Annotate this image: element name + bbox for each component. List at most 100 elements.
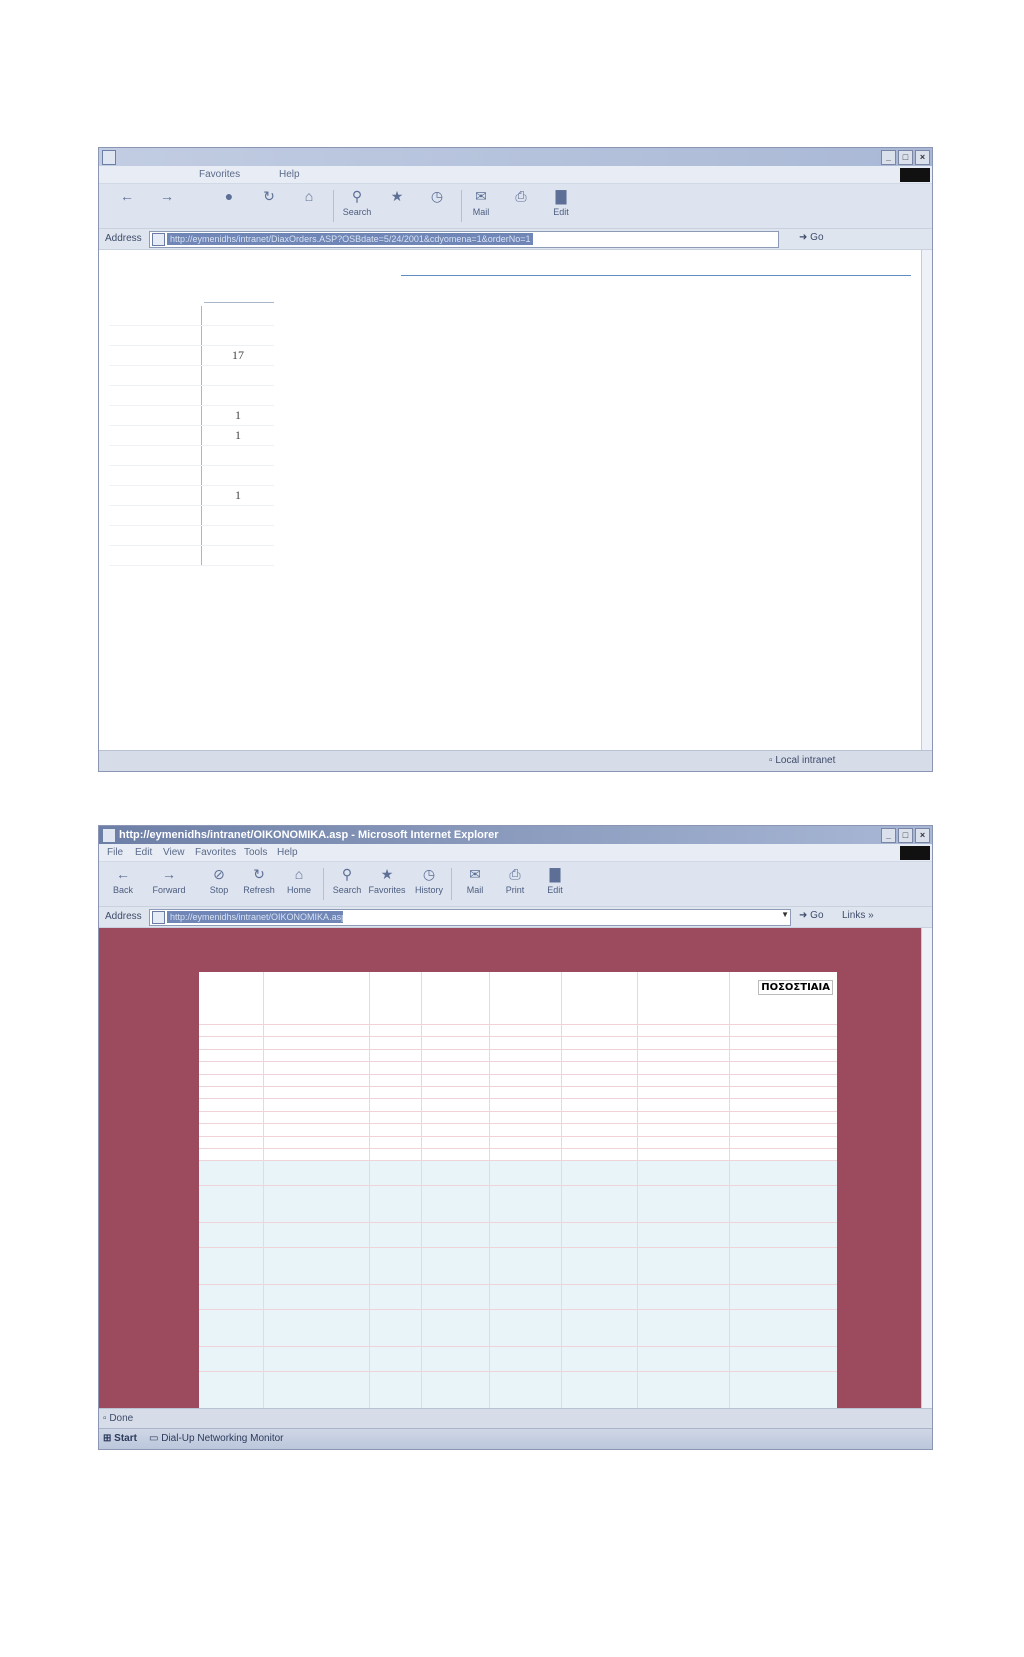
address-input[interactable]: http://eymenidhs/intranet/DiaxOrders.ASP… — [149, 231, 779, 248]
page-icon — [152, 233, 165, 246]
search-button[interactable]: ⚲ Search — [327, 865, 367, 895]
refresh-icon: ↻ — [253, 866, 265, 882]
menu-help[interactable]: Help — [277, 844, 298, 861]
go-label: Go — [810, 910, 824, 921]
close-icon[interactable]: × — [915, 150, 930, 165]
grid-column-line — [729, 972, 730, 1409]
table-row: 17 — [109, 345, 274, 366]
stop-button[interactable]: ● — [209, 187, 249, 207]
go-button[interactable]: ➜ Go — [799, 910, 824, 921]
done-label: Done — [109, 1413, 134, 1424]
quantity-table: 17 1 1 1 — [109, 306, 274, 566]
address-input[interactable]: http://eymenidhs/intranet/OIKONOMIKA.asp… — [149, 909, 791, 926]
print-icon: ⎙ — [509, 866, 521, 882]
grid-column-line — [489, 972, 490, 1409]
zone-label: Local intranet — [775, 755, 836, 766]
grid-row — [199, 1111, 837, 1125]
home-icon: ⌂ — [294, 866, 304, 882]
grid-column-line — [263, 972, 264, 1409]
grid-row — [199, 1124, 837, 1137]
refresh-button[interactable]: ↻ Refresh — [239, 865, 279, 895]
minimize-icon[interactable]: _ — [881, 828, 896, 843]
mail-button[interactable]: ✉ Mail — [461, 187, 501, 217]
toolbar: ← Back → Forward ⊘ Stop ↻ Refresh ⌂ Home ⚲ Sea… — [99, 862, 932, 907]
address-dropdown-icon[interactable]: ▼ — [781, 910, 789, 919]
home-button[interactable]: ⌂ Home — [279, 865, 319, 895]
back-button[interactable]: ← Back — [103, 865, 143, 895]
menu-view[interactable]: View — [163, 844, 185, 861]
window-controls: _ □ × — [881, 828, 930, 843]
mail-icon: ✉ — [469, 866, 481, 882]
search-icon: ⚲ — [351, 188, 363, 204]
back-button[interactable]: ← — [107, 187, 147, 207]
browser-window-1: _ □ × Favorites Help ← → ● ↻ ⌂ ⚲ Search ★… — [98, 147, 933, 772]
header-rule — [401, 275, 911, 276]
maximize-icon[interactable]: □ — [898, 828, 913, 843]
grid-row — [199, 1136, 837, 1149]
edit-button[interactable]: ▇ Edit — [535, 865, 575, 895]
minimize-icon[interactable]: _ — [881, 150, 896, 165]
start-label: Start — [114, 1433, 137, 1444]
table-cell-quantity: 1 — [201, 425, 274, 446]
taskbar-item[interactable]: ▭ Dial-Up Networking Monitor — [149, 1429, 284, 1449]
search-button[interactable]: ⚲ Search — [337, 187, 377, 217]
table-cell-label — [109, 445, 202, 466]
go-button[interactable]: ➜ Go — [799, 232, 824, 243]
favorites-icon: ★ — [380, 866, 394, 882]
table-cell-label — [109, 465, 202, 486]
print-button[interactable]: ⎙ — [501, 187, 541, 207]
forward-button[interactable]: → — [147, 187, 187, 207]
refresh-label: Refresh — [243, 885, 275, 895]
refresh-button[interactable]: ↻ — [249, 187, 289, 207]
back-label: Back — [112, 885, 133, 895]
table-cell-quantity — [201, 525, 274, 546]
address-bar: Address http://eymenidhs/intranet/OIKONO… — [99, 907, 932, 928]
menu-favorites[interactable]: Favorites — [195, 844, 236, 861]
menu-tools[interactable]: Tools — [244, 844, 267, 861]
status-done: ▫ Done — [103, 1413, 134, 1424]
edit-button[interactable]: ▇ Edit — [541, 187, 581, 217]
favorites-button[interactable]: ★ — [377, 187, 417, 207]
links-button[interactable]: Links » — [842, 910, 874, 921]
table-row — [109, 465, 274, 486]
mail-button[interactable]: ✉ Mail — [455, 865, 495, 895]
table-cell-quantity — [201, 365, 274, 386]
ie-icon — [102, 828, 116, 843]
table-row — [109, 306, 274, 326]
mail-icon: ✉ — [475, 188, 487, 204]
mail-label: Mail — [472, 207, 490, 217]
grid-row — [199, 1210, 837, 1224]
home-button[interactable]: ⌂ — [289, 187, 329, 207]
print-button[interactable]: ⎙ Print — [495, 865, 535, 895]
grid-row — [199, 1346, 837, 1360]
vertical-scrollbar[interactable] — [921, 928, 932, 1409]
table-row — [109, 505, 274, 526]
taskbar: ⊞ Start ▭ Dial-Up Networking Monitor — [99, 1428, 932, 1449]
menu-help[interactable]: Help — [279, 166, 300, 183]
grid-row — [199, 1160, 837, 1174]
grid-row — [199, 1309, 837, 1323]
forward-button[interactable]: → Forward — [149, 865, 189, 895]
table-row — [109, 365, 274, 386]
home-label: Home — [286, 885, 311, 895]
history-icon: ◷ — [430, 188, 444, 204]
close-icon[interactable]: × — [915, 828, 930, 843]
search-label: Search — [342, 207, 372, 217]
table-row: 1 — [109, 425, 274, 446]
maximize-icon[interactable]: □ — [898, 150, 913, 165]
toolbar-separator — [451, 868, 452, 900]
history-button[interactable]: ◷ — [417, 187, 457, 207]
menu-file[interactable]: File — [107, 844, 123, 861]
menu-edit[interactable]: Edit — [135, 844, 152, 861]
stop-button[interactable]: ⊘ Stop — [199, 865, 239, 895]
vertical-scrollbar[interactable] — [921, 250, 932, 750]
refresh-icon: ↻ — [263, 188, 275, 204]
table-row — [109, 385, 274, 406]
table-cell-quantity — [201, 465, 274, 486]
favorites-button[interactable]: ★ Favorites — [367, 865, 407, 895]
menu-favorites[interactable]: Favorites — [199, 166, 240, 183]
table-cell-label — [109, 405, 202, 426]
start-button[interactable]: ⊞ Start — [103, 1429, 137, 1449]
table-cell-label — [109, 425, 202, 446]
history-button[interactable]: ◷ History — [409, 865, 449, 895]
